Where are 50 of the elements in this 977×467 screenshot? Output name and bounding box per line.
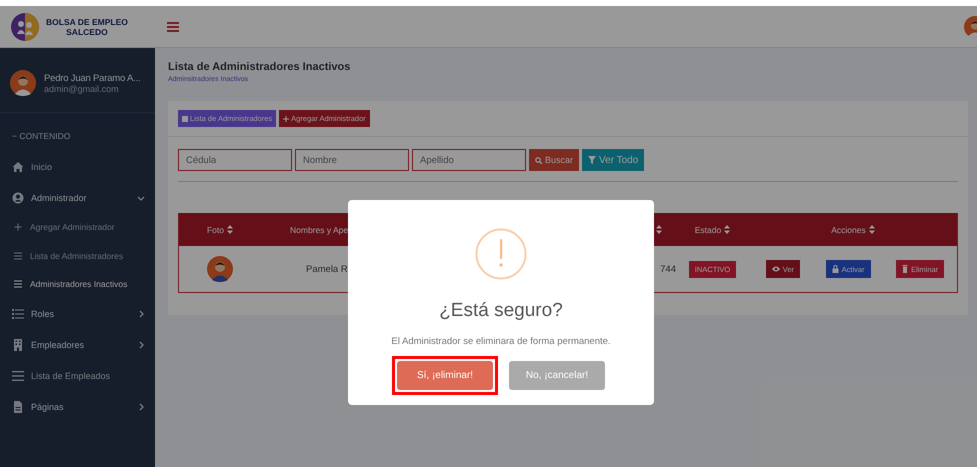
plus-icon — [14, 223, 22, 232]
column-header[interactable]: Estado — [694, 224, 722, 234]
user-circle-icon — [12, 192, 24, 204]
lock-icon — [832, 265, 839, 273]
sidebar-item[interactable]: Administrador — [0, 182, 155, 213]
sidebar-item[interactable]: Roles — [0, 298, 155, 330]
cancel-button[interactable]: No, ¡cancelar! — [509, 361, 605, 390]
grid-icon — [182, 116, 188, 122]
sidebar-item[interactable]: Inicio — [0, 151, 155, 182]
section-label: − CONTENIDO — [12, 131, 70, 141]
user-name: Pedro Juan Paramo A... — [44, 72, 140, 84]
table-cell: Pamela R — [306, 264, 348, 274]
menu-icon — [167, 22, 179, 32]
sidebar-item[interactable]: Páginas — [0, 392, 155, 422]
sidebar-subitem[interactable]: Lista de Administradores — [0, 242, 155, 270]
confirm-button[interactable]: Sí, ¡eliminar! — [397, 361, 493, 390]
lines-icon — [14, 252, 22, 260]
lines-icon — [14, 280, 22, 288]
logo-icon — [10, 12, 40, 42]
building-icon — [12, 339, 24, 351]
sidebar-item[interactable]: Empleadores — [0, 330, 155, 360]
search-field[interactable]: Nombre — [295, 149, 409, 171]
trash-icon — [902, 265, 908, 273]
plus-icon — [283, 116, 290, 122]
list-icon — [12, 308, 24, 320]
home-icon — [12, 160, 24, 172]
page-title: Lista de Administradores Inactivos — [168, 61, 352, 73]
column-header[interactable]: Acciones — [831, 224, 866, 234]
eye-icon — [772, 265, 780, 273]
avatar-icon — [10, 70, 36, 96]
document-icon — [12, 401, 24, 413]
column-header[interactable]: Nombres y Ape — [290, 224, 348, 234]
search-button[interactable]: Ver Todo — [582, 149, 644, 171]
sidebar-subitem[interactable]: Agregar Administrador — [0, 213, 155, 242]
search-icon — [535, 156, 542, 164]
user-email: admin@gmail.com — [44, 84, 120, 94]
sidebar-subitem[interactable]: Administradores Inactivos — [0, 270, 155, 298]
dialog-title: ¿Está seguro? — [439, 300, 563, 322]
filter-icon — [588, 156, 596, 164]
search-field[interactable]: Apellido — [412, 149, 526, 171]
search-button[interactable]: Buscar — [529, 149, 580, 171]
column-header[interactable]: Foto — [206, 224, 224, 234]
sidebar-item[interactable]: Lista de Empleados — [0, 360, 155, 392]
dialog-message: El Administrador se eliminara de forma permanente. — [391, 336, 611, 347]
avatar-icon — [207, 256, 233, 282]
search-field[interactable]: Cédula — [178, 149, 292, 171]
lines-icon — [12, 370, 24, 382]
table-cell: 744 — [660, 264, 676, 274]
warning-icon — [475, 228, 527, 280]
logo-text: BOLSA DE EMPLEO SALCEDO — [46, 16, 128, 36]
